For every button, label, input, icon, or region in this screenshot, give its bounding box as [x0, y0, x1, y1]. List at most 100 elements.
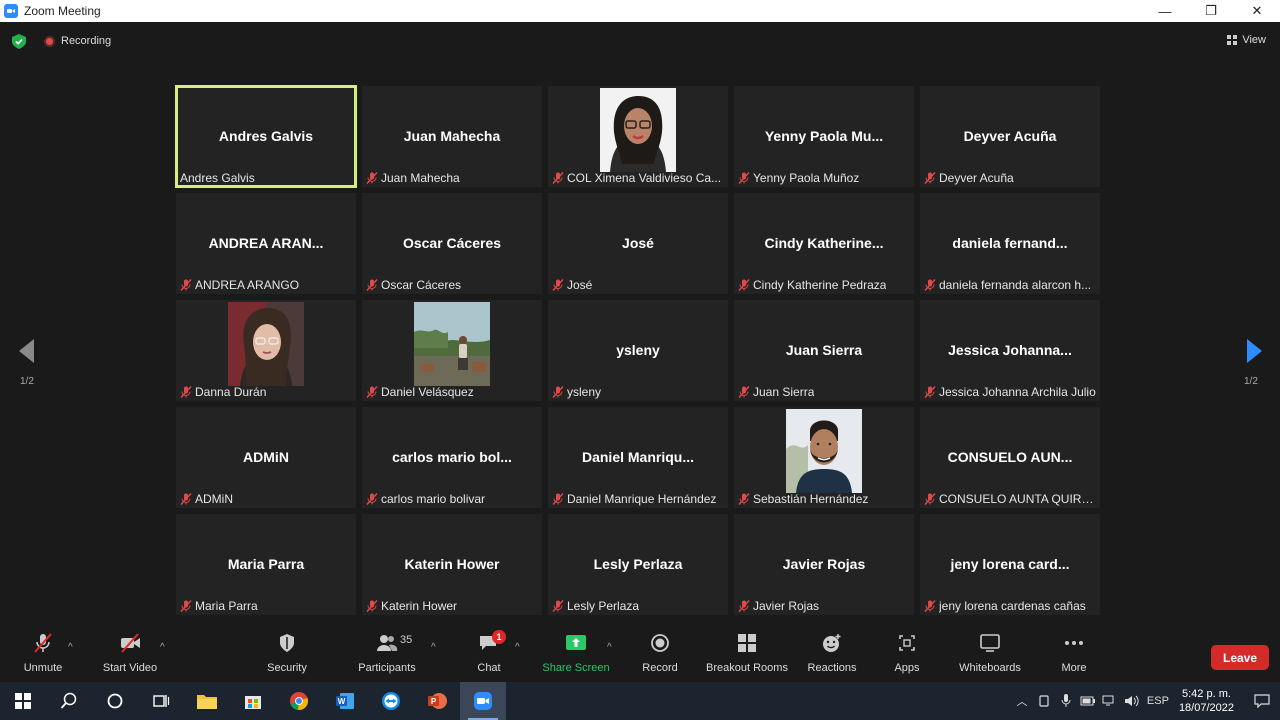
record-button[interactable]: Record	[638, 628, 682, 682]
participant-name: Cindy Katherine Pedraza	[753, 278, 887, 292]
participant-name-label: carlos mario bolivar	[366, 492, 538, 506]
participant-name-label: Maria Parra	[180, 599, 352, 613]
participant-tile[interactable]: Daniel Manriqu... Daniel Manrique Hernánd…	[548, 407, 728, 508]
more-button[interactable]: More	[1056, 628, 1092, 682]
mic-muted-icon	[552, 386, 564, 398]
teamviewer-button[interactable]	[368, 682, 414, 720]
store-bag-icon	[245, 696, 261, 709]
participant-tile[interactable]: Oscar Cáceres Oscar Cáceres	[362, 193, 542, 294]
participant-tile[interactable]: carlos mario bol... carlos mario bolivar	[362, 407, 542, 508]
participant-tile[interactable]: jeny lorena card... jeny lorena cardenas …	[920, 514, 1100, 615]
start-video-button[interactable]: Start Video	[100, 628, 160, 682]
microphone-tray-icon[interactable]	[1055, 694, 1077, 708]
zoom-taskbar-button[interactable]	[460, 682, 506, 720]
participant-tile[interactable]: Deyver Acuña Deyver Acuña	[920, 86, 1100, 187]
participant-tile[interactable]: ysleny ysleny	[548, 300, 728, 401]
volume-icon[interactable]	[1121, 695, 1143, 707]
previous-page-arrow-icon[interactable]	[17, 338, 37, 364]
powerpoint-button[interactable]: P	[414, 682, 460, 720]
participant-tile[interactable]: Andres Galvis Andres Galvis	[175, 85, 357, 188]
participant-name-label: COL Ximena Valdivieso Ca...	[552, 171, 724, 185]
mic-muted-icon	[738, 172, 750, 184]
view-button[interactable]: View	[1227, 34, 1266, 46]
device-icon[interactable]	[1033, 695, 1055, 707]
participant-name-label: Andres Galvis	[180, 171, 352, 185]
cortana-circle-icon	[107, 693, 123, 709]
participant-tile[interactable]: Yenny Paola Mu... Yenny Paola Muñoz	[734, 86, 914, 187]
whiteboards-label: Whiteboards	[959, 662, 1021, 674]
notifications-icon[interactable]	[1244, 694, 1280, 708]
encryption-shield-icon[interactable]	[12, 34, 26, 49]
minimize-button[interactable]: —	[1142, 0, 1188, 22]
participant-tile[interactable]: Cindy Katherine... Cindy Katherine Pedraz…	[734, 193, 914, 294]
participant-tile[interactable]: ADMiN ADMiN	[176, 407, 356, 508]
participant-gallery: Andres Galvis Andres Galvis Juan Mahecha Ju…	[175, 85, 1102, 616]
participant-name-label: Juan Sierra	[738, 385, 910, 399]
participants-button[interactable]: 35 Participants	[356, 628, 418, 682]
cortana-button[interactable]	[92, 682, 138, 720]
close-button[interactable]: ✕	[1234, 0, 1280, 22]
security-button[interactable]: Security	[262, 628, 312, 682]
chrome-button[interactable]	[276, 682, 322, 720]
share-options-caret[interactable]: ^	[607, 642, 612, 653]
participant-tile[interactable]: José José	[548, 193, 728, 294]
participant-tile[interactable]: Juan Sierra Juan Sierra	[734, 300, 914, 401]
whiteboards-button[interactable]: Whiteboards	[956, 628, 1024, 682]
chat-options-caret[interactable]: ^	[515, 642, 520, 653]
participant-tile[interactable]: ANDREA ARAN... ANDREA ARANGO	[176, 193, 356, 294]
battery-icon[interactable]	[1077, 696, 1099, 706]
participant-name-label: Cindy Katherine Pedraza	[738, 278, 910, 292]
participant-tile[interactable]: COL Ximena Valdivieso Ca...	[548, 86, 728, 187]
mic-muted-icon	[552, 172, 564, 184]
input-language[interactable]: ESP	[1143, 695, 1173, 707]
mic-muted-icon	[924, 386, 936, 398]
breakout-rooms-button[interactable]: Breakout Rooms	[704, 628, 790, 682]
participant-tile[interactable]: Jessica Johanna... Jessica Johanna Archil…	[920, 300, 1100, 401]
unmute-button[interactable]: Unmute	[20, 628, 66, 682]
participants-options-caret[interactable]: ^	[431, 642, 436, 653]
unmute-label: Unmute	[23, 662, 63, 674]
participant-tile[interactable]: Juan Mahecha Juan Mahecha	[362, 86, 542, 187]
mic-muted-icon	[552, 600, 564, 612]
chat-button[interactable]: 1 Chat	[470, 628, 508, 682]
participant-name-label: jeny lorena cardenas cañas	[924, 599, 1096, 613]
clock-time: 5:42 p. m.	[1182, 688, 1231, 700]
clock[interactable]: 5:42 p. m. 18/07/2022	[1179, 687, 1234, 715]
participant-tile[interactable]: daniela fernand... daniela fernanda alarc…	[920, 193, 1100, 294]
recording-indicator[interactable]: Recording	[44, 35, 111, 47]
tray-chevron-icon[interactable]: ︿	[1011, 693, 1033, 709]
audio-options-caret[interactable]: ^	[68, 642, 73, 653]
clock-date: 18/07/2022	[1178, 702, 1234, 714]
word-button[interactable]: W	[322, 682, 368, 720]
store-button[interactable]	[230, 682, 276, 720]
participant-tile[interactable]: Danna Durán	[176, 300, 356, 401]
leave-button[interactable]: Leave	[1211, 645, 1269, 670]
network-icon[interactable]	[1099, 695, 1121, 707]
participant-name-label: José	[552, 278, 724, 292]
participant-tile[interactable]: Daniel Velásquez	[362, 300, 542, 401]
video-options-caret[interactable]: ^	[160, 642, 165, 653]
share-screen-button[interactable]: Share Screen	[542, 628, 610, 682]
participant-name-label: ANDREA ARANGO	[180, 278, 352, 292]
restore-button[interactable]: ❐	[1188, 0, 1234, 22]
participant-tile[interactable]: Lesly Perlaza Lesly Perlaza	[548, 514, 728, 615]
participant-name: Juan Sierra	[753, 385, 815, 399]
apps-button[interactable]: Apps	[890, 628, 924, 682]
participant-tile[interactable]: Javier Rojas Javier Rojas	[734, 514, 914, 615]
participant-name: Lesly Perlaza	[567, 599, 640, 613]
participant-tile[interactable]: Sebastián Hernández	[734, 407, 914, 508]
reactions-button[interactable]: Reactions	[806, 628, 858, 682]
participant-name: Daniel Velásquez	[381, 385, 474, 399]
participant-name-label: Sebastián Hernández	[738, 492, 910, 506]
file-explorer-button[interactable]	[184, 682, 230, 720]
next-page-arrow-icon[interactable]	[1244, 338, 1264, 364]
svg-text:W: W	[338, 697, 346, 706]
search-button[interactable]	[46, 682, 92, 720]
participant-tile[interactable]: Maria Parra Maria Parra	[176, 514, 356, 615]
participant-tile[interactable]: Katerin Hower Katerin Hower	[362, 514, 542, 615]
participant-tile[interactable]: CONSUELO AUN... CONSUELO AUNTA QUIRO...	[920, 407, 1100, 508]
task-view-button[interactable]	[138, 682, 184, 720]
start-button[interactable]	[0, 682, 46, 720]
system-tray: ︿ ESP 5:42 p. m. 18/07/2022	[1011, 682, 1280, 720]
participant-video	[228, 302, 304, 386]
